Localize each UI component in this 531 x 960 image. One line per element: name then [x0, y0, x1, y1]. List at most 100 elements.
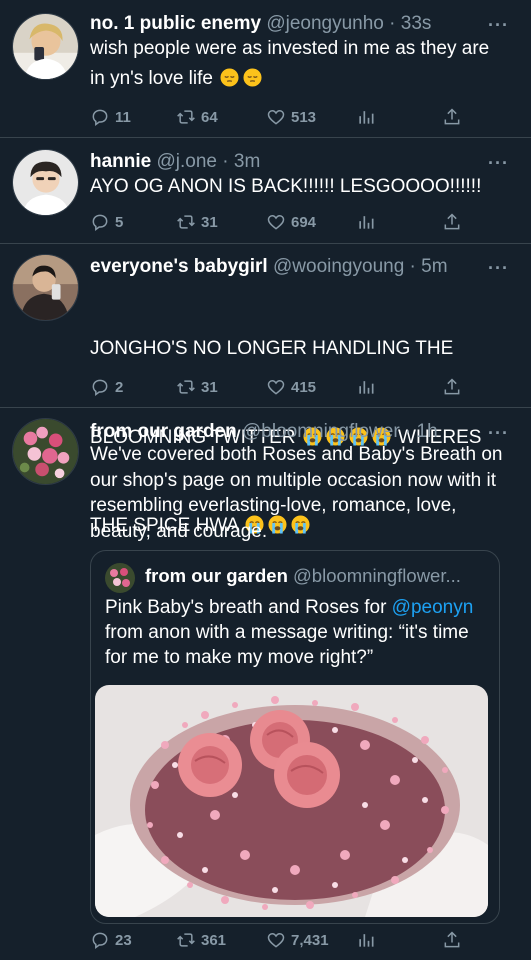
- more-icon[interactable]: ···: [488, 424, 509, 442]
- analytics-icon: [359, 216, 374, 229]
- reply-button[interactable]: 11: [90, 106, 131, 128]
- separator-dot: ·: [399, 421, 417, 442]
- quoted-display-name: from our garden: [145, 565, 288, 586]
- display-name[interactable]: from our garden: [90, 421, 237, 442]
- like-button[interactable]: 7,431: [266, 929, 329, 951]
- timestamp[interactable]: 3m: [234, 151, 260, 172]
- analytics-icon: [359, 934, 374, 947]
- separator-dot: ·: [217, 151, 234, 172]
- retweet-button[interactable]: 31: [176, 376, 218, 398]
- quoted-text-segment: from anon with a message writing: “it's …: [105, 622, 469, 668]
- reply-icon: [92, 932, 108, 949]
- timestamp[interactable]: 5m: [421, 256, 447, 277]
- quoted-handle: @bloomningflower...: [293, 565, 461, 586]
- retweet-button[interactable]: 361: [176, 929, 226, 951]
- tweet-text: AYO OG ANON IS BACK!!!!!! LESGOOOO!!!!!!: [90, 176, 482, 197]
- more-icon[interactable]: ···: [488, 154, 509, 172]
- quoted-tweet[interactable]: from our garden @bloomningflower... Pink…: [90, 550, 500, 924]
- tweet-header: no. 1 public enemy @jeongyunho · 33s: [90, 12, 491, 36]
- timestamp[interactable]: 1h: [417, 421, 438, 442]
- user-handle[interactable]: @j.one: [157, 151, 218, 172]
- reply-icon: [92, 109, 108, 126]
- retweet-icon: [177, 110, 195, 124]
- tweet-header: hannie @j.one · 3m: [90, 150, 491, 174]
- separator-dot: ·: [404, 256, 422, 277]
- retweet-count: 64: [201, 108, 218, 126]
- like-icon: [267, 214, 285, 230]
- tweet-3[interactable]: everyone's babygirl @wooingyoung · 5m ··…: [0, 244, 531, 536]
- share-button[interactable]: [442, 211, 462, 233]
- retweet-icon: [177, 215, 195, 229]
- analytics-icon: [359, 381, 374, 394]
- like-count: 694: [291, 213, 317, 231]
- share-icon: [444, 378, 460, 395]
- retweet-icon: [177, 380, 195, 394]
- avatar[interactable]: [12, 13, 79, 80]
- reply-count: 23: [115, 931, 132, 949]
- reply-button[interactable]: 5: [90, 211, 123, 233]
- analytics-button[interactable]: [356, 929, 376, 951]
- separator-dot: ·: [383, 13, 401, 34]
- reply-count: 2: [115, 378, 124, 396]
- user-handle[interactable]: @bloomningflower: [242, 421, 400, 442]
- pensive-face-emoji: [243, 67, 262, 87]
- like-button[interactable]: 415: [266, 376, 316, 398]
- quoted-text: Pink Baby's breath and Roses for @peonyn…: [105, 595, 489, 670]
- tweet-text: We've covered both Roses and Baby's Brea…: [90, 444, 508, 542]
- display-name[interactable]: no. 1 public enemy: [90, 13, 261, 34]
- display-name[interactable]: everyone's babygirl: [90, 256, 268, 277]
- timestamp[interactable]: 33s: [401, 13, 432, 34]
- like-icon: [267, 932, 285, 948]
- retweet-count: 31: [201, 378, 218, 396]
- avatar[interactable]: [12, 149, 79, 216]
- retweet-count: 31: [201, 213, 218, 231]
- more-icon[interactable]: ···: [488, 259, 509, 277]
- avatar[interactable]: [12, 254, 79, 321]
- analytics-button[interactable]: [356, 106, 376, 128]
- share-button[interactable]: [442, 106, 462, 128]
- tweet-actions: 2 31 415: [90, 376, 470, 398]
- more-icon[interactable]: ···: [488, 16, 509, 34]
- analytics-icon: [359, 111, 374, 124]
- tweet-1[interactable]: no. 1 public enemy @jeongyunho · 33s ···…: [0, 0, 531, 138]
- mention-link[interactable]: @peonyn: [392, 597, 474, 618]
- like-button[interactable]: 694: [266, 211, 316, 233]
- share-button[interactable]: [442, 376, 462, 398]
- user-handle[interactable]: @wooingyoung: [273, 256, 404, 277]
- timeline: no. 1 public enemy @jeongyunho · 33s ···…: [0, 0, 531, 960]
- reply-button[interactable]: 2: [90, 376, 123, 398]
- retweet-button[interactable]: 31: [176, 211, 218, 233]
- like-count: 513: [291, 108, 317, 126]
- share-icon: [444, 931, 460, 948]
- tweet-4[interactable]: from our garden @bloomningflower · 1h ··…: [0, 408, 531, 960]
- tweet-actions: 23 361 7,431: [90, 929, 470, 951]
- bouquet-photo[interactable]: [95, 685, 488, 917]
- reply-count: 11: [115, 108, 131, 126]
- display-name[interactable]: hannie: [90, 151, 151, 172]
- reply-button[interactable]: 23: [90, 929, 132, 951]
- quoted-avatar: [105, 563, 135, 593]
- analytics-button[interactable]: [356, 376, 376, 398]
- reply-count: 5: [115, 213, 124, 231]
- tweet-text: wish people were as invested in me as th…: [90, 34, 509, 93]
- share-icon: [444, 108, 460, 125]
- like-icon: [267, 109, 285, 125]
- quoted-text-segment: Pink Baby's breath and Roses for: [105, 597, 392, 618]
- tweet-actions: 5 31 694: [90, 211, 470, 233]
- retweet-button[interactable]: 64: [176, 106, 218, 128]
- like-button[interactable]: 513: [266, 106, 316, 128]
- analytics-button[interactable]: [356, 211, 376, 233]
- pensive-face-emoji: [220, 67, 239, 87]
- like-icon: [267, 379, 285, 395]
- share-icon: [444, 213, 460, 230]
- like-count: 415: [291, 378, 317, 396]
- reply-icon: [92, 214, 108, 231]
- quoted-header: from our garden @bloomningflower...: [145, 565, 489, 587]
- share-button[interactable]: [442, 929, 462, 951]
- user-handle[interactable]: @jeongyunho: [266, 13, 384, 34]
- tweet-actions: 11 64 513: [90, 106, 470, 128]
- tweet-text-line: JONGHO'S NO LONGER HANDLING THE: [90, 338, 454, 359]
- reply-icon: [92, 379, 108, 396]
- avatar[interactable]: [12, 418, 79, 485]
- tweet-2[interactable]: hannie @j.one · 3m ··· AYO OG ANON IS BA…: [0, 138, 531, 244]
